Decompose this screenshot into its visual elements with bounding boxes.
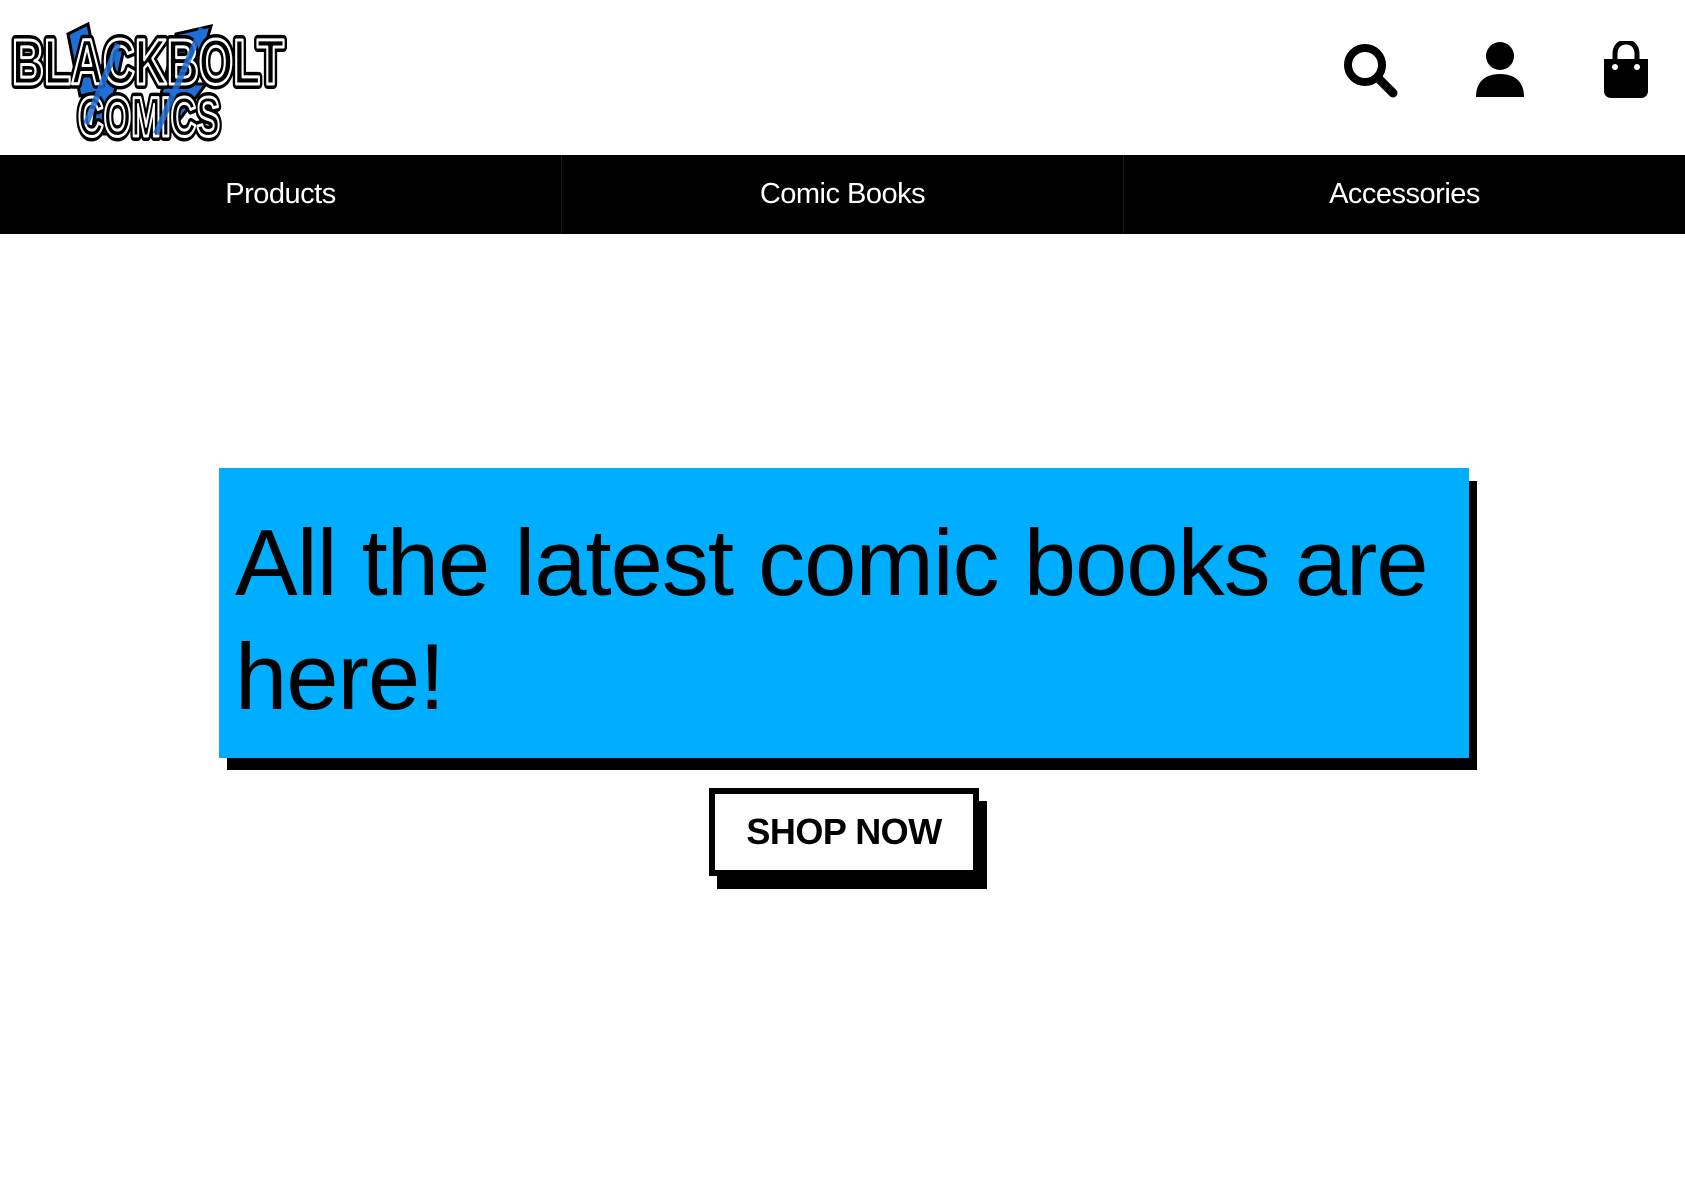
nav-item-accessories[interactable]: Accessories xyxy=(1124,155,1685,234)
account-icon xyxy=(1476,42,1524,97)
cart-button[interactable] xyxy=(1594,38,1658,102)
hero-title: All the latest comic books are here! xyxy=(235,510,1429,729)
hero-banner: All the latest comic books are here! xyxy=(219,468,1469,758)
nav-item-products[interactable]: Products xyxy=(0,155,562,234)
header-actions xyxy=(0,38,1685,102)
site-header: BLACKBOLT BLACKBOLT COMICS COMICS xyxy=(0,0,1685,155)
nav-item-comic-books[interactable]: Comic Books xyxy=(562,155,1124,234)
search-icon xyxy=(1344,44,1398,98)
shop-now-button[interactable]: SHOP NOW xyxy=(709,788,979,876)
account-button[interactable] xyxy=(1468,38,1532,102)
nav-item-label: Products xyxy=(225,178,336,210)
search-button[interactable] xyxy=(1338,38,1402,102)
main-navigation: Products Comic Books Accessories xyxy=(0,155,1685,234)
cart-icon xyxy=(1604,41,1648,98)
nav-item-label: Comic Books xyxy=(759,178,926,210)
nav-item-label: Accessories xyxy=(1329,178,1480,210)
